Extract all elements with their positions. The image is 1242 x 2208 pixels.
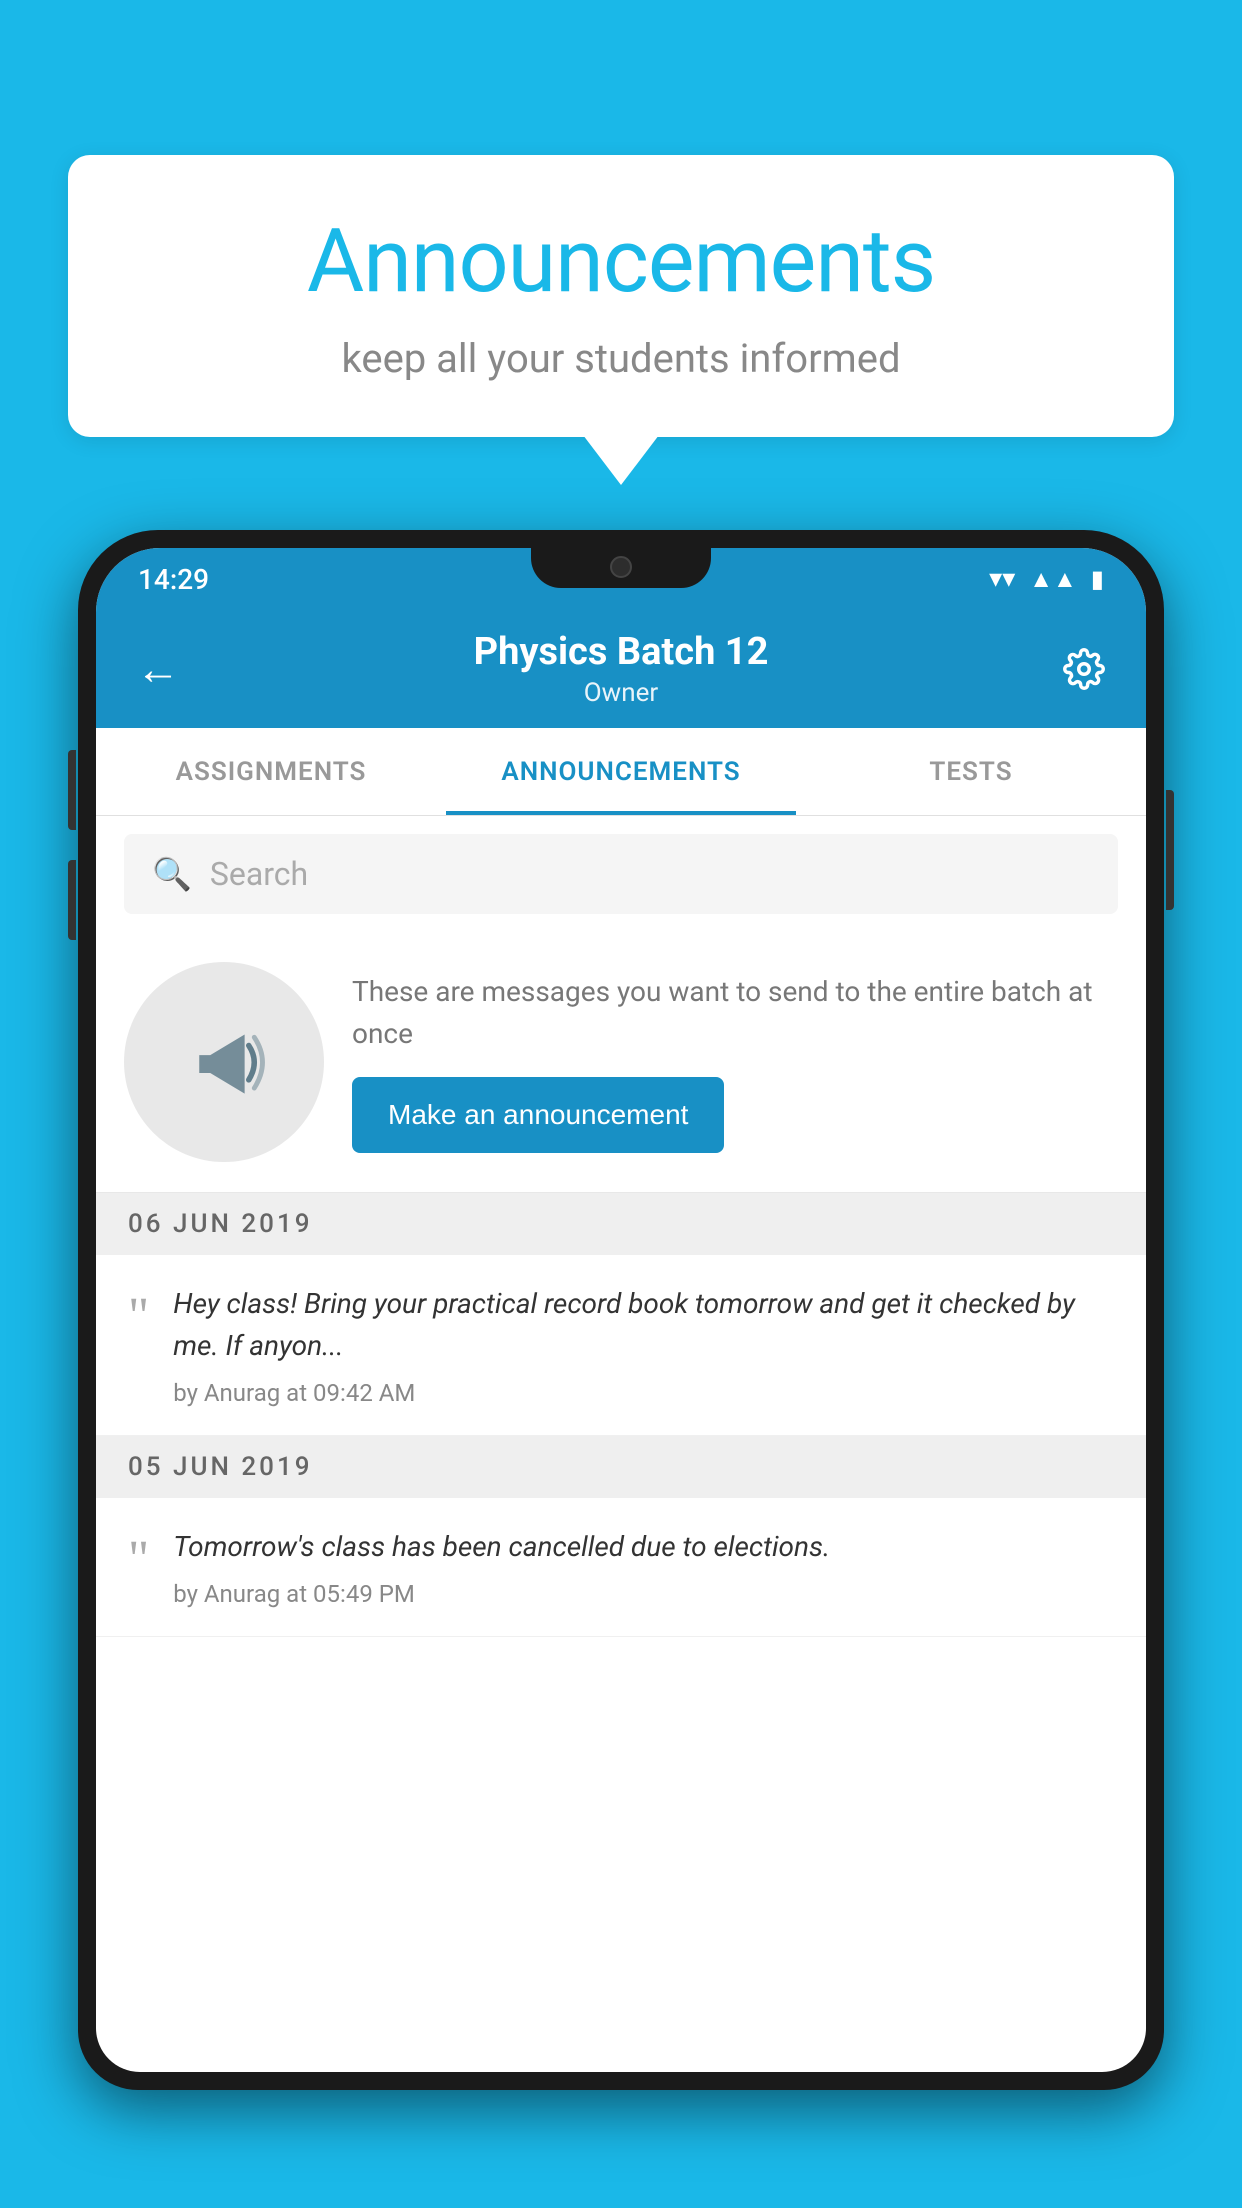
make-announcement-button[interactable]: Make an announcement (352, 1077, 724, 1153)
search-icon: 🔍 (152, 855, 192, 893)
app-bar-subtitle: Owner (208, 678, 1034, 708)
battery-icon: ▮ (1091, 565, 1104, 593)
announcement-right: These are messages you want to send to t… (352, 971, 1118, 1153)
search-container: 🔍 Search (96, 816, 1146, 932)
announcement-prompt: These are messages you want to send to t… (96, 932, 1146, 1193)
announcement-message-1: Hey class! Bring your practical record b… (173, 1283, 1114, 1367)
back-button[interactable]: ← (128, 643, 188, 695)
tab-announcements[interactable]: ANNOUNCEMENTS (446, 728, 796, 815)
announcement-item-1[interactable]: " Hey class! Bring your practical record… (96, 1255, 1146, 1436)
search-bar[interactable]: 🔍 Search (124, 834, 1118, 914)
tab-assignments[interactable]: ASSIGNMENTS (96, 728, 446, 815)
phone-outer: 14:29 ▾▾ ▲▲ ▮ ← Physics Batch 12 Owner (78, 530, 1164, 2090)
phone-screen: 14:29 ▾▾ ▲▲ ▮ ← Physics Batch 12 Owner (96, 548, 1146, 2072)
status-icons: ▾▾ ▲▲ ▮ (989, 564, 1104, 594)
settings-button[interactable] (1054, 648, 1114, 690)
announcement-desc: These are messages you want to send to t… (352, 971, 1118, 1055)
phone-btn-vol-up (68, 750, 76, 830)
announcement-meta-2: by Anurag at 05:49 PM (173, 1580, 1114, 1608)
status-time: 14:29 (138, 563, 209, 596)
speech-bubble: Announcements keep all your students inf… (68, 155, 1174, 437)
app-bar-title: Physics Batch 12 (208, 630, 1034, 674)
app-bar-title-area: Physics Batch 12 Owner (208, 630, 1034, 708)
date-label-1: 06 JUN 2019 (128, 1209, 313, 1239)
speech-bubble-container: Announcements keep all your students inf… (68, 155, 1174, 437)
tab-bar: ASSIGNMENTS ANNOUNCEMENTS TESTS (96, 728, 1146, 816)
phone-wrapper: 14:29 ▾▾ ▲▲ ▮ ← Physics Batch 12 Owner (78, 530, 1164, 2208)
announcement-text-2: Tomorrow's class has been cancelled due … (173, 1526, 1114, 1608)
quote-icon-2: " (128, 1534, 149, 1586)
phone-btn-vol-down (68, 860, 76, 940)
announcement-meta-1: by Anurag at 09:42 AM (173, 1379, 1114, 1407)
date-section-1: 06 JUN 2019 (96, 1193, 1146, 1255)
tab-tests[interactable]: TESTS (796, 728, 1146, 815)
app-bar: ← Physics Batch 12 Owner (96, 610, 1146, 728)
megaphone-circle (124, 962, 324, 1162)
signal-icon: ▲▲ (1029, 565, 1077, 594)
date-section-2: 05 JUN 2019 (96, 1436, 1146, 1498)
phone-notch (531, 548, 711, 588)
search-placeholder: Search (210, 855, 308, 893)
phone-btn-power (1166, 790, 1174, 910)
bubble-title: Announcements (128, 210, 1114, 313)
bubble-subtitle: keep all your students informed (128, 335, 1114, 382)
quote-icon-1: " (128, 1291, 149, 1343)
announcement-item-2[interactable]: " Tomorrow's class has been cancelled du… (96, 1498, 1146, 1637)
wifi-icon: ▾▾ (989, 564, 1015, 594)
date-label-2: 05 JUN 2019 (128, 1452, 313, 1482)
announcement-text-1: Hey class! Bring your practical record b… (173, 1283, 1114, 1407)
megaphone-icon (169, 1007, 279, 1117)
announcement-message-2: Tomorrow's class has been cancelled due … (173, 1526, 1114, 1568)
phone-camera (610, 556, 632, 578)
